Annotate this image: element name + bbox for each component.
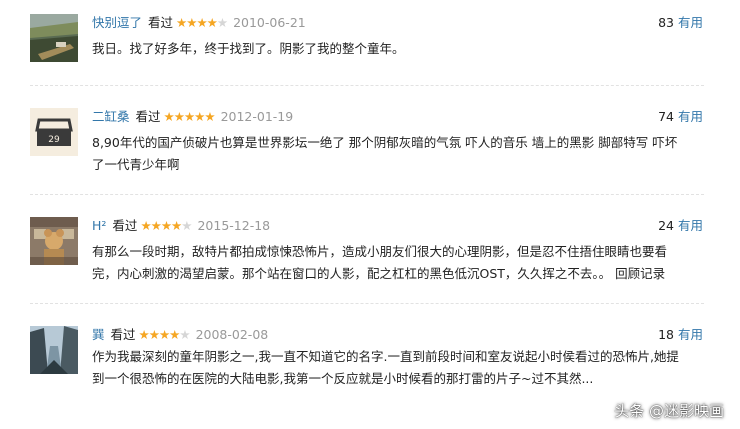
review-text-line: 到一个很恐怖的在医院的大陆电影,我第一个反应就是小时候看的那打雷的片子~过不其然… (92, 371, 594, 386)
vote-number: 24 (658, 218, 674, 233)
review-meta: 快别逗了 看过 ★★★★★ 2010-06-21 (92, 14, 306, 32)
review-meta: 巽看过 ★★★★★ 2008-02-08 (92, 326, 268, 344)
review-text: 作为我最深刻的童年阴影之一,我一直不知道它的名字.一直到前段时间和室友说起小时侯… (92, 346, 702, 390)
review-text-line: 我日。找了好多年，终于找到了。阴影了我的整个童年。 (92, 41, 405, 56)
svg-text:29: 29 (48, 135, 60, 145)
review-text-line: 完，内心刺激的渴望启蒙。那个站在窗口的人影，配之杠杠的黑色低沉OST，久久挥之不… (92, 266, 666, 281)
user-avatar[interactable] (30, 326, 78, 374)
user-avatar[interactable]: 29 (30, 108, 78, 156)
user-avatar[interactable] (30, 217, 78, 265)
vote-number: 83 (658, 15, 674, 30)
vote-count: 74 有用 (658, 108, 703, 126)
review-text: 有那么一段时期，敌特片都拍成惊悚恐怖片，造成小朋友们很大的心理阴影，但是忍不住捂… (92, 241, 702, 285)
review-text-line: 了一代青少年啊 (92, 157, 180, 172)
useful-button[interactable]: 有用 (678, 218, 703, 233)
review-divider (30, 303, 704, 304)
review-author-link[interactable]: 快别逗了 (92, 15, 142, 30)
useful-button[interactable]: 有用 (678, 109, 703, 124)
review-text-line: 有那么一段时期，敌特片都拍成惊悚恐怖片，造成小朋友们很大的心理阴影，但是忍不住捂… (92, 244, 668, 259)
review-divider (30, 85, 704, 86)
review-text: 8,90年代的国产侦破片也算是世界影坛一绝了 那个阴郁灰暗的气氛 吓人的音乐 墙… (92, 132, 702, 176)
review-text-line: 8,90年代的国产侦破片也算是世界影坛一绝了 那个阴郁灰暗的气氛 吓人的音乐 墙… (92, 135, 678, 150)
watermark: 头条 @迷影映画 (614, 402, 724, 420)
review-meta: H² 看过 ★★★★★ 2015-12-18 (92, 217, 270, 235)
review-divider (30, 194, 704, 195)
rating-stars: ★★★★★ (138, 327, 191, 342)
rating-stars: ★★★★★ (140, 218, 192, 233)
useful-button[interactable]: 有用 (678, 15, 703, 30)
rating-stars: ★★★★★ (163, 109, 216, 124)
review-text: 我日。找了好多年，终于找到了。阴影了我的整个童年。 (92, 38, 702, 60)
vote-count: 24 有用 (658, 217, 703, 235)
vote-number: 18 (658, 327, 674, 342)
review-author-link[interactable]: 巽 (92, 327, 105, 342)
review-date: 2012-01-19 (220, 109, 294, 124)
review-date: 2008-02-08 (195, 327, 269, 342)
watched-label: 看过 (148, 15, 174, 30)
review-date: 2010-06-21 (233, 15, 306, 30)
watched-label: 看过 (110, 327, 136, 342)
vote-count: 18 有用 (658, 326, 703, 344)
review-text-line: 作为我最深刻的童年阴影之一,我一直不知道它的名字.一直到前段时间和室友说起小时侯… (92, 349, 679, 364)
useful-button[interactable]: 有用 (678, 327, 703, 342)
vote-number: 74 (658, 109, 674, 124)
review-meta: 二缸桑 看过 ★★★★★ 2012-01-19 (92, 108, 293, 126)
watched-label: 看过 (135, 109, 161, 124)
user-avatar[interactable] (30, 14, 78, 62)
review-author-link[interactable]: H² (92, 218, 106, 233)
vote-count: 83 有用 (658, 14, 703, 32)
watched-label: 看过 (112, 218, 138, 233)
review-date: 2015-12-18 (197, 218, 271, 233)
review-author-link[interactable]: 二缸桑 (92, 109, 130, 124)
rating-stars: ★★★★★ (176, 15, 228, 30)
